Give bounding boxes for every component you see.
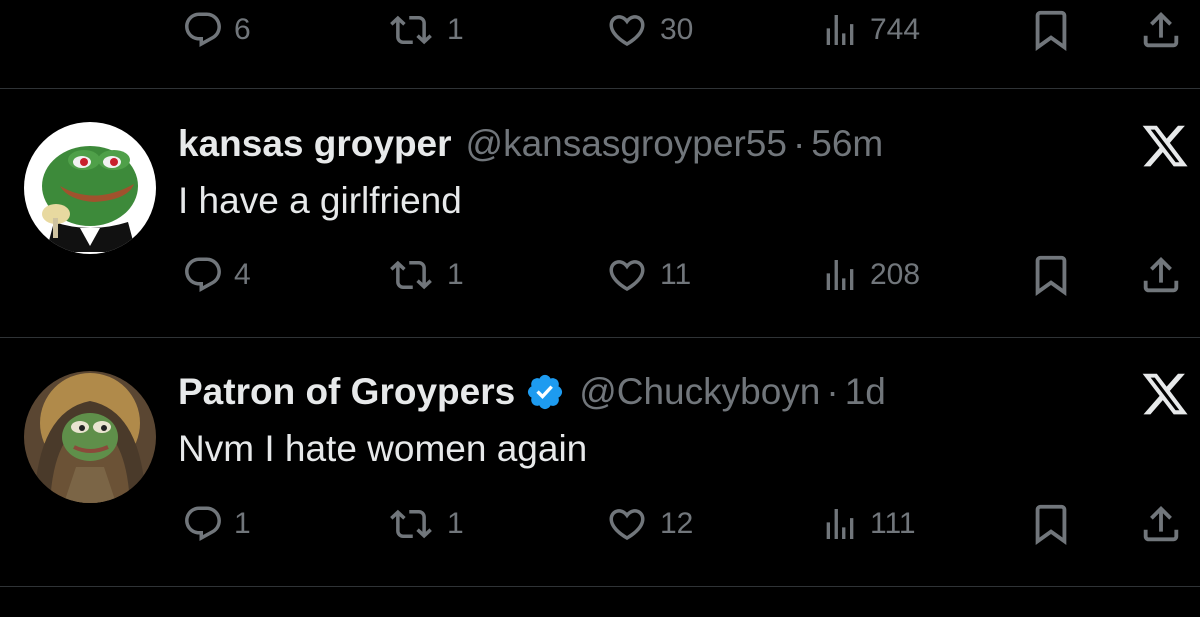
timeline: 6 1 30 744 kansas groyper @kansasgroyper… [0, 0, 1200, 617]
views-button[interactable]: 208 [820, 245, 920, 305]
tweet-divider [0, 88, 1200, 89]
share-icon [1143, 11, 1179, 48]
separator-dot: · [826, 371, 839, 412]
reply-count: 6 [234, 13, 251, 46]
heart-icon [609, 509, 645, 541]
like-count: 11 [660, 258, 692, 291]
reply-count: 1 [234, 507, 251, 540]
views-chart-icon [826, 509, 854, 539]
avatar[interactable] [24, 371, 156, 503]
action-bar: 6 1 30 744 [0, 0, 1200, 60]
share-button[interactable] [1138, 0, 1184, 60]
views-count: 744 [870, 13, 921, 46]
reply-button[interactable]: 4 [182, 245, 251, 305]
bookmark-button[interactable] [1028, 494, 1074, 554]
like-count: 12 [660, 507, 694, 540]
x-logo-icon[interactable] [1140, 369, 1190, 419]
pepe-icon-painting-avatar-icon [24, 371, 156, 503]
action-bar: 1 1 12 111 [0, 494, 1200, 554]
like-count: 30 [660, 13, 694, 46]
verified-badge-icon[interactable] [525, 372, 565, 412]
repost-icon [390, 15, 432, 45]
bookmark-icon [1035, 504, 1067, 545]
reply-button[interactable]: 6 [182, 0, 251, 60]
reply-icon [185, 12, 221, 47]
repost-button[interactable]: 1 [385, 245, 464, 305]
display-name[interactable]: Patron of Groypers [178, 371, 515, 413]
timestamp[interactable]: 1d [845, 371, 886, 413]
tweet-header: kansas groyper @kansasgroyper55 · 56m [178, 120, 883, 168]
reply-count: 4 [234, 258, 251, 291]
views-count: 208 [870, 258, 921, 291]
repost-button[interactable]: 1 [385, 0, 464, 60]
x-logo-icon[interactable] [1140, 121, 1190, 171]
share-icon [1143, 505, 1179, 542]
views-button[interactable]: 111 [820, 494, 916, 554]
tweet-divider [0, 337, 1200, 338]
timestamp[interactable]: 56m [811, 123, 883, 165]
reply-icon [185, 257, 221, 292]
repost-count: 1 [447, 258, 464, 291]
bookmark-button[interactable] [1028, 245, 1074, 305]
pepe-tuxedo-avatar-icon [24, 122, 156, 254]
heart-icon [609, 260, 645, 292]
views-chart-icon [826, 260, 854, 290]
display-name[interactable]: kansas groyper [178, 123, 452, 165]
views-count: 111 [870, 507, 916, 540]
share-button[interactable] [1138, 494, 1184, 554]
user-handle[interactable]: @kansasgroyper55 [466, 123, 787, 165]
repost-icon [390, 260, 432, 290]
like-button[interactable]: 11 [604, 245, 691, 305]
repost-button[interactable]: 1 [385, 494, 464, 554]
bookmark-icon [1035, 255, 1067, 296]
like-button[interactable]: 30 [604, 0, 693, 60]
tweet-text: Nvm I hate women again [178, 428, 588, 469]
share-icon [1143, 256, 1179, 293]
separator-dot: · [792, 123, 806, 164]
repost-icon [390, 509, 432, 539]
tweet-divider [0, 586, 1200, 587]
views-button[interactable]: 744 [820, 0, 920, 60]
reply-icon [185, 506, 221, 541]
share-button[interactable] [1138, 245, 1184, 305]
bookmark-button[interactable] [1028, 0, 1074, 60]
tweet-header: Patron of Groypers @Chuckyboyn · 1d [178, 368, 886, 416]
user-handle[interactable]: @Chuckyboyn [579, 371, 820, 413]
avatar[interactable] [24, 122, 156, 254]
reply-button[interactable]: 1 [182, 494, 251, 554]
action-bar: 4 1 11 208 [0, 245, 1200, 305]
repost-count: 1 [447, 507, 464, 540]
repost-count: 1 [447, 13, 464, 46]
heart-icon [609, 15, 645, 47]
tweet-text: I have a girlfriend [178, 180, 462, 221]
views-chart-icon [826, 15, 854, 45]
bookmark-icon [1035, 10, 1067, 51]
like-button[interactable]: 12 [604, 494, 693, 554]
